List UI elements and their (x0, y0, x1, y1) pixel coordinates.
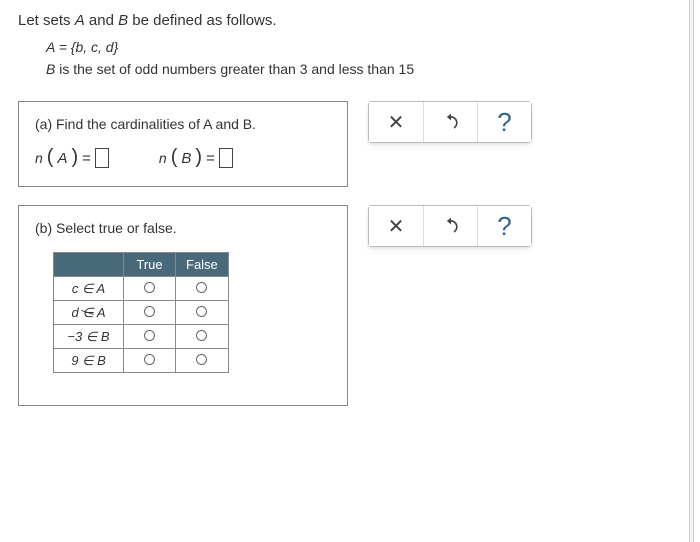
n-of-A-expression: n(A) = (35, 148, 109, 168)
radio-true[interactable] (124, 301, 176, 325)
help-button[interactable]: ? (477, 206, 531, 246)
radio-icon (196, 330, 207, 341)
radio-false[interactable] (176, 301, 229, 325)
help-icon: ? (497, 107, 511, 138)
radio-false[interactable] (176, 325, 229, 349)
radio-icon (144, 306, 155, 317)
intro-text: Let sets A and B be defined as follows. (18, 12, 682, 29)
undo-button[interactable] (423, 206, 477, 246)
close-icon: ✕ (388, 110, 405, 135)
part-b-prompt: (b) Select true or false. (35, 220, 331, 236)
radio-true[interactable] (124, 325, 176, 349)
row-statement: −3 ∈ B (54, 325, 124, 349)
n-of-B-input[interactable] (219, 148, 233, 168)
table-row: c ∈ A (54, 277, 229, 301)
part-b-panel: (b) Select true or false. True False c ∈… (18, 205, 348, 406)
table-corner (54, 253, 124, 277)
part-a-toolbar: ✕ ? (368, 101, 532, 143)
header-false: False (176, 253, 229, 277)
radio-true[interactable] (124, 349, 176, 373)
row-statement: c ∈ A (54, 277, 124, 301)
close-icon: ✕ (388, 214, 405, 239)
radio-icon (196, 354, 207, 365)
radio-icon (144, 354, 155, 365)
scrollbar-track[interactable] (689, 0, 694, 542)
radio-false[interactable] (176, 349, 229, 373)
table-row: d ∈ A (54, 301, 229, 325)
radio-false[interactable] (176, 277, 229, 301)
part-a-prompt: (a) Find the cardinalities of A and B. (35, 116, 331, 132)
radio-icon (144, 330, 155, 341)
radio-icon (144, 282, 155, 293)
set-A-definition: A = {b, c, d} (46, 39, 682, 55)
part-b-toolbar: ✕ ? (368, 205, 532, 247)
row-statement: 9 ∈ B (54, 349, 124, 373)
part-a-panel: (a) Find the cardinalities of A and B. n… (18, 101, 348, 187)
undo-icon (441, 112, 461, 132)
set-B-definition: B is the set of odd numbers greater than… (46, 61, 682, 77)
radio-true[interactable] (124, 277, 176, 301)
help-icon: ? (497, 211, 511, 242)
table-row: 9 ∈ B (54, 349, 229, 373)
close-button[interactable]: ✕ (369, 102, 423, 142)
true-false-table: True False c ∈ Ad ∈ A−3 ∈ B9 ∈ B (53, 252, 229, 373)
close-button[interactable]: ✕ (369, 206, 423, 246)
n-of-B-expression: n(B) = (159, 148, 233, 168)
help-button[interactable]: ? (477, 102, 531, 142)
header-true: True (124, 253, 176, 277)
row-statement: d ∈ A (54, 301, 124, 325)
radio-icon (196, 282, 207, 293)
table-row: −3 ∈ B (54, 325, 229, 349)
undo-button[interactable] (423, 102, 477, 142)
n-of-A-input[interactable] (95, 148, 109, 168)
radio-icon (196, 306, 207, 317)
undo-icon (441, 216, 461, 236)
